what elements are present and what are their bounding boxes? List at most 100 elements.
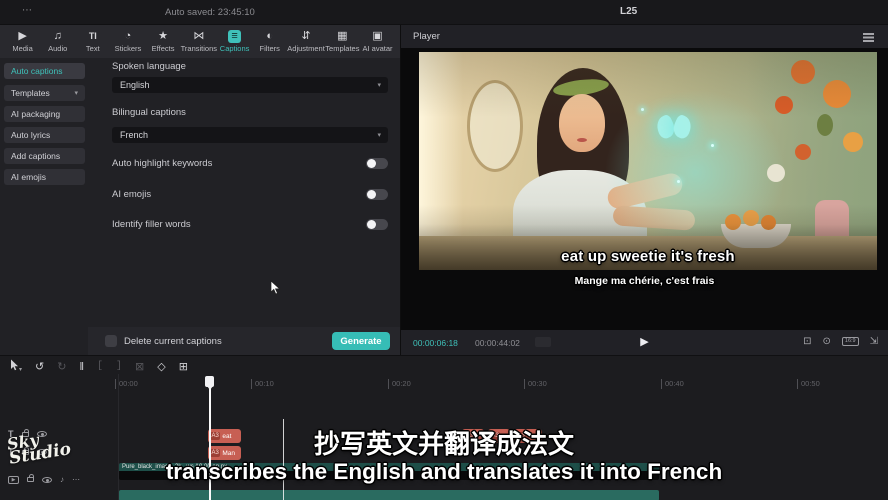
toolbar-tab-label: AI avatar	[362, 44, 392, 53]
sidebar-item-label: Auto lyrics	[11, 130, 50, 140]
ai-avatar-icon: ▣	[372, 30, 382, 43]
trim-right-button[interactable]: ]	[116, 361, 122, 372]
toolbar-tab-label: Templates	[325, 44, 359, 53]
spoken-language-value: English	[120, 80, 150, 90]
chevron-down-icon: ▾	[377, 131, 381, 139]
identify-filler-words-toggle[interactable]	[366, 219, 388, 230]
toolbar-tab-stickers[interactable]: ◔Stickers	[110, 30, 145, 53]
toolbar-tab-templates[interactable]: ▦Templates	[325, 30, 360, 53]
toolbar-tab-label: Adjustment	[287, 44, 325, 53]
delete-current-captions-checkbox[interactable]	[105, 335, 117, 347]
toolbar-tab-captions[interactable]: ≡Captions	[217, 30, 252, 53]
undo-button[interactable]: ↺	[35, 360, 44, 373]
sidebar-item-label: Add captions	[11, 151, 60, 161]
toolbar-tab-label: Stickers	[115, 44, 142, 53]
ai-emojis-label: AI emojis	[112, 189, 151, 200]
toolbar-tab-label: Effects	[152, 44, 175, 53]
sidebar-item-ai-emojis[interactable]: AI emojis	[4, 169, 85, 185]
autosave-status: Auto saved: 23:45:10	[165, 7, 255, 18]
generate-button[interactable]: Generate	[332, 332, 390, 350]
spoken-language-select[interactable]: English ▾	[112, 77, 388, 93]
snapshot-icon[interactable]: ⊙	[823, 336, 831, 347]
spoken-language-label: Spoken language	[112, 61, 186, 72]
transitions-icon: ⋈	[193, 30, 204, 43]
mouse-cursor	[270, 280, 281, 295]
bilingual-language-select[interactable]: French ▾	[112, 127, 388, 143]
bilingual-language-value: French	[120, 130, 148, 140]
filters-icon: ◐	[266, 30, 273, 43]
toolbar-tab-audio[interactable]: ♫Audio	[40, 30, 75, 53]
bilingual-captions-label: Bilingual captions	[112, 107, 186, 118]
toolbar-tab-label: Text	[86, 44, 100, 53]
mask-button[interactable]: ◇	[157, 360, 165, 373]
player-menu-icon[interactable]	[863, 33, 874, 35]
toolbar-tab-label: Captions	[220, 44, 250, 53]
adjustment-icon: ⇵	[301, 30, 310, 43]
audio-clip[interactable]	[119, 490, 659, 500]
player-header: Player	[401, 25, 888, 48]
stickers-icon: ◔	[125, 30, 132, 43]
sidebar-item-ai-packaging[interactable]: AI packaging	[4, 106, 85, 122]
toolbar-tab-transitions[interactable]: ⋈Transitions	[181, 30, 217, 53]
sidebar-item-label: AI emojis	[11, 172, 46, 182]
toolbar-tab-text[interactable]: TIText	[75, 30, 110, 53]
text-icon: TI	[89, 30, 97, 43]
sidebar-item-templates[interactable]: Templates ▾	[4, 85, 85, 101]
toolbar-tab-label: Filters	[260, 44, 280, 53]
delete-button[interactable]: ⊠	[135, 360, 144, 373]
player-controls: 00:00:06:18 00:00:44:02 ▶ ⊡ ⊙ 16:9 ⇲	[401, 330, 888, 355]
split-button[interactable]: ‖	[79, 361, 84, 373]
sidebar-item-label: AI packaging	[11, 109, 60, 119]
toolbar-tab-media[interactable]: ▶Media	[5, 30, 40, 53]
overlay-subtitle-english: transcribes the English and translates i…	[0, 459, 888, 485]
ai-emojis-toggle[interactable]	[366, 189, 388, 200]
ruler-tick: 00:10	[251, 379, 274, 389]
toolbar-tab-filters[interactable]: ◐Filters	[252, 30, 287, 53]
top-bar: ⋯ Auto saved: 23:45:10 L25	[0, 0, 888, 25]
toolbar-tab-adjustment[interactable]: ⇵Adjustment	[287, 30, 325, 53]
templates-icon: ▦	[337, 30, 347, 43]
chevron-down-icon: ▾	[377, 81, 381, 89]
fill-mode-icon[interactable]: ⊡	[803, 336, 811, 347]
timeline-toolbar: ▾ ↺ ↻ ‖ [ ] ⊠ ◇ ⊞	[10, 358, 188, 375]
identify-filler-words-label: Identify filler words	[112, 219, 191, 230]
delete-current-captions-label: Delete current captions	[124, 336, 222, 347]
auto-highlight-keywords-label: Auto highlight keywords	[112, 158, 212, 169]
captions-action-bar: Delete current captions Generate	[88, 327, 400, 355]
player-panel: Player	[400, 25, 888, 355]
ruler-tick: 00:50	[797, 379, 820, 389]
video-preview[interactable]: eat up sweetie it's fresh	[419, 52, 877, 270]
sidebar-item-add-captions[interactable]: Add captions	[4, 148, 85, 164]
capcut-editor-window: ⋯ Auto saved: 23:45:10 L25 ▶Media ♫Audio…	[0, 0, 888, 500]
sidebar-item-auto-captions[interactable]: Auto captions	[4, 63, 85, 79]
overlay-subtitle-chinese: 抄写英文并翻译成法文	[0, 424, 888, 461]
effects-icon: ★	[158, 30, 168, 43]
toolbar-tab-label: Media	[12, 44, 32, 53]
record-button[interactable]: ⊞	[179, 360, 188, 373]
audio-icon: ♫	[54, 30, 62, 43]
redo-button[interactable]: ↻	[57, 360, 66, 373]
toolbar-tab-ai-avatar[interactable]: ▣AI avatar	[360, 30, 395, 53]
captions-icon: ≡	[228, 30, 240, 43]
media-icon: ▶	[18, 30, 26, 43]
select-tool[interactable]: ▾	[10, 359, 22, 374]
sidebar-item-auto-lyrics[interactable]: Auto lyrics	[4, 127, 85, 143]
playhead-handle[interactable]	[205, 376, 214, 387]
aspect-ratio-button[interactable]: 16:9	[842, 337, 859, 347]
more-options-icon[interactable]: ⋯	[22, 5, 32, 16]
toolbar-tab-effects[interactable]: ★Effects	[146, 30, 181, 53]
trim-left-button[interactable]: [	[97, 361, 103, 372]
project-title: L25	[620, 6, 637, 17]
sidebar-item-label: Templates	[11, 88, 50, 98]
burned-caption-english: eat up sweetie it's fresh	[419, 248, 877, 265]
toolbar-tab-label: Audio	[48, 44, 67, 53]
burned-caption-french: Mange ma chérie, c'est frais	[401, 275, 888, 287]
ruler-tick: 00:40	[661, 379, 684, 389]
captions-panel: ▶Media ♫Audio TIText ◔Stickers ★Effects …	[0, 25, 400, 355]
fullscreen-icon[interactable]: ⇲	[870, 336, 878, 347]
auto-highlight-keywords-toggle[interactable]	[366, 158, 388, 169]
media-toolbar: ▶Media ♫Audio TIText ◔Stickers ★Effects …	[0, 25, 400, 58]
player-title: Player	[413, 31, 440, 42]
toolbar-tab-label: Transitions	[181, 44, 217, 53]
chevron-down-icon: ▾	[74, 89, 78, 97]
